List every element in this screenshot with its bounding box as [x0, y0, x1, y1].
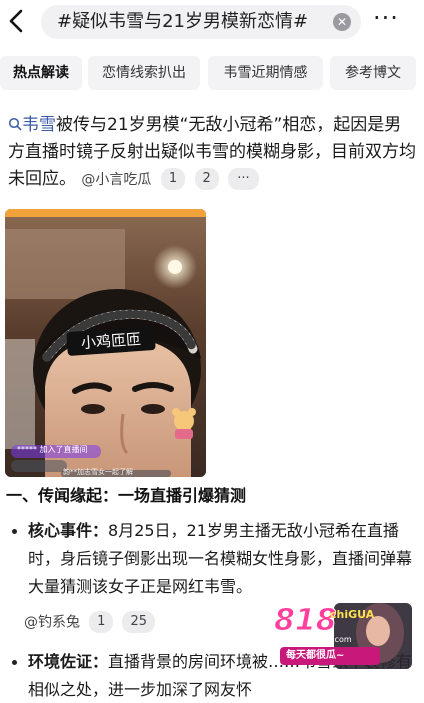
summary-source[interactable]: @小言吃瓜	[81, 172, 151, 188]
livestream-screenshot[interactable]: 小鸡匝匝 ***** 加入了直播间 韵**加志雪女一起了解	[5, 209, 206, 477]
ref-badge[interactable]: 1	[89, 611, 114, 633]
item-source[interactable]: @钓系兔	[24, 615, 80, 631]
chat-text: 韵**加志雪女一起了解	[63, 468, 133, 476]
bullet-icon	[12, 529, 17, 534]
section-heading: 一、传闻缘起：一场直播引爆猜测	[6, 486, 247, 505]
clear-circle-icon[interactable]: ✕	[333, 13, 351, 31]
item-body: 核心事件：8月25日，21岁男主播无敌小冠希在直播时，身后镜子倒影出现一名模糊女…	[12, 517, 416, 601]
more-refs-button[interactable]: ···	[228, 168, 259, 190]
search-query[interactable]: #疑似韦雪与21岁男模新恋情#	[57, 11, 308, 33]
more-dots-icon[interactable]: ···	[373, 6, 399, 30]
watermark-site: 818chigua.com	[290, 635, 352, 645]
topic-tabs: 热点解读 恋情线索扒出 韦雪近期情感 参考博文	[0, 56, 424, 90]
item-title: 核心事件：	[28, 521, 109, 540]
chat-line: ***** 加入了直播间	[17, 444, 88, 456]
top-bar: #疑似韦雪与21岁男模新恋情# ✕ ···	[0, 0, 424, 46]
watermark-brand: 818	[274, 603, 338, 638]
search-link[interactable]: 韦雪	[8, 115, 56, 135]
tab-romance-clues[interactable]: 恋情线索扒出	[88, 56, 200, 90]
brand-number: 818	[274, 603, 338, 638]
chat-user: *****	[17, 445, 37, 454]
search-icon	[8, 117, 22, 131]
summary-paragraph: 韦雪被传与21岁男模“无敌小冠希”相恋，起因是男方直播时镜子反射出疑似韦雪的模糊…	[8, 112, 418, 194]
brand-sub: chiGUA	[330, 608, 375, 621]
brand-tagline: 每天都很瓜~	[286, 650, 345, 661]
chevron-left-icon	[9, 9, 23, 33]
tab-recent-relationships[interactable]: 韦雪近期情感	[208, 56, 323, 90]
item-title: 环境佐证：	[28, 652, 109, 671]
sticker-text: 小鸡匝匝	[80, 329, 142, 353]
back-button[interactable]	[6, 6, 28, 36]
search-bar[interactable]: #疑似韦雪与21岁男模新恋情# ✕	[41, 5, 361, 39]
tab-hot-interpretation[interactable]: 热点解读	[0, 56, 82, 90]
bullet-icon	[12, 660, 17, 665]
chat-line: 韵**加志雪女一起了解	[63, 467, 133, 477]
ref-badge[interactable]: 2	[194, 168, 219, 190]
ref-badge[interactable]: 1	[160, 168, 186, 190]
list-item: 核心事件：8月25日，21岁男主播无敌小冠希在直播时，身后镜子倒影出现一名模糊女…	[12, 517, 416, 601]
tab-reference-posts[interactable]: 参考博文	[330, 56, 416, 90]
chat-text: 加入了直播间	[39, 445, 88, 454]
watermark-tagline: 每天都很瓜~	[286, 649, 344, 663]
brand-site: 818chigua.com	[290, 635, 352, 644]
link-text[interactable]: 韦雪	[22, 115, 56, 135]
watermark-logo: 818 chiGUA 818chigua.com 每天都很瓜~	[272, 603, 412, 669]
watermark-sub: chiGUA	[330, 609, 374, 621]
item-meta: @钓系兔 1 25	[24, 611, 156, 633]
ref-badge[interactable]: 25	[122, 611, 156, 633]
